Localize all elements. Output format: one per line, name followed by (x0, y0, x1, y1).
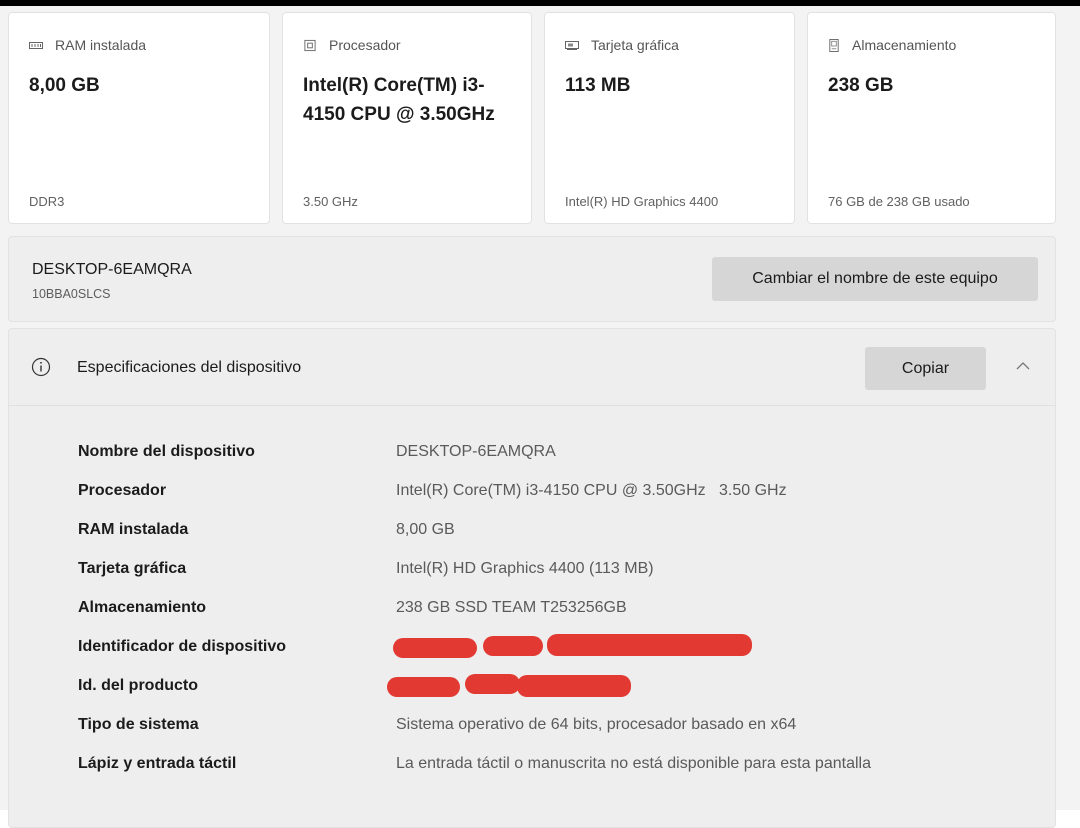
chevron-up-icon[interactable] (1013, 359, 1033, 373)
card-graphics-value: 113 MB (565, 75, 631, 96)
device-name-section: DESKTOP-6EAMQRA 10BBA0SLCS Cambiar el no… (8, 236, 1056, 322)
spec-row: RAM instalada 8,00 GB (9, 511, 1055, 549)
spec-row: Lápiz y entrada táctil La entrada táctil… (9, 745, 1055, 783)
spec-label: Lápiz y entrada táctil (78, 755, 237, 772)
card-ram-value: 8,00 GB (29, 75, 100, 96)
spec-row: Id. del producto (9, 667, 1055, 705)
card-ram-title: RAM instalada (55, 37, 147, 53)
card-graphics-footer: Intel(R) HD Graphics 4400 (565, 194, 719, 209)
card-storage-header: Almacenamiento (828, 37, 956, 53)
card-processor-header: Procesador (303, 37, 401, 53)
spec-label: Tarjeta gráfica (78, 560, 187, 577)
spec-label: RAM instalada (78, 521, 189, 538)
card-ram: RAM instalada 8,00 GB DDR3 (8, 12, 270, 224)
spec-label: Tipo de sistema (78, 716, 199, 733)
spec-label: Identificador de dispositivo (78, 638, 287, 655)
spec-value: 238 GB SSD TEAM T253256GB (396, 599, 627, 616)
spec-value: Intel(R) Core(TM) i3-4150 CPU @ 3.50GHz … (396, 482, 787, 499)
spec-label: Procesador (78, 482, 167, 499)
rename-pc-button[interactable]: Cambiar el nombre de este equipo (712, 257, 1038, 301)
storage-icon (829, 38, 839, 52)
card-graphics-header: Tarjeta gráfica (565, 37, 679, 53)
card-storage-value: 238 GB (828, 75, 894, 96)
card-ram-header: RAM instalada (29, 37, 146, 53)
device-name: DESKTOP-6EAMQRA (32, 261, 192, 278)
spec-label: Id. del producto (78, 677, 198, 694)
card-ram-footer: DDR3 (29, 194, 65, 209)
spec-row: Identificador de dispositivo (9, 628, 1055, 666)
spec-value: Sistema operativo de 64 bits, procesador… (396, 716, 797, 733)
device-model: 10BBA0SLCS (32, 287, 111, 301)
ram-icon (29, 41, 43, 49)
processor-icon (304, 39, 316, 51)
card-graphics: Tarjeta gráfica 113 MB Intel(R) HD Graph… (544, 12, 795, 224)
card-storage: Almacenamiento 238 GB 76 GB de 238 GB us… (807, 12, 1056, 224)
spec-row: Almacenamiento 238 GB SSD TEAM T253256GB (9, 589, 1055, 627)
spec-label: Almacenamiento (78, 599, 207, 616)
card-processor-value: Intel(R) Core(TM) i3-4150 CPU @ 3.50GHz (303, 75, 495, 125)
system-about-page: RAM instalada 8,00 GB DDR3 Procesador In… (0, 6, 1080, 828)
info-icon (31, 357, 51, 377)
card-processor: Procesador Intel(R) Core(TM) i3-4150 CPU… (282, 12, 532, 224)
spec-value: DESKTOP-6EAMQRA (396, 443, 556, 460)
card-processor-footer: 3.50 GHz (303, 194, 358, 209)
spec-row: Tarjeta gráfica Intel(R) HD Graphics 440… (9, 550, 1055, 588)
device-specifications-panel: Especificaciones del dispositivo Copiar … (8, 328, 1056, 828)
spec-value: 8,00 GB (396, 521, 455, 538)
specs-header[interactable]: Especificaciones del dispositivo Copiar (9, 329, 1055, 406)
spec-value: La entrada táctil o manuscrita no está d… (396, 755, 871, 772)
specs-title: Especificaciones del dispositivo (77, 359, 302, 376)
graphics-card-icon (565, 40, 579, 50)
card-processor-title: Procesador (329, 37, 401, 53)
spec-row: Procesador Intel(R) Core(TM) i3-4150 CPU… (9, 472, 1055, 510)
spec-label: Nombre del dispositivo (78, 443, 255, 460)
card-graphics-title: Tarjeta gráfica (591, 37, 679, 53)
spec-row: Nombre del dispositivo DESKTOP-6EAMQRA (9, 433, 1055, 471)
card-storage-title: Almacenamiento (852, 37, 957, 53)
spec-value: Intel(R) HD Graphics 4400 (113 MB) (396, 560, 654, 577)
card-storage-footer: 76 GB de 238 GB usado (828, 194, 970, 209)
spec-row: Tipo de sistema Sistema operativo de 64 … (9, 706, 1055, 744)
copy-button[interactable]: Copiar (865, 347, 986, 390)
